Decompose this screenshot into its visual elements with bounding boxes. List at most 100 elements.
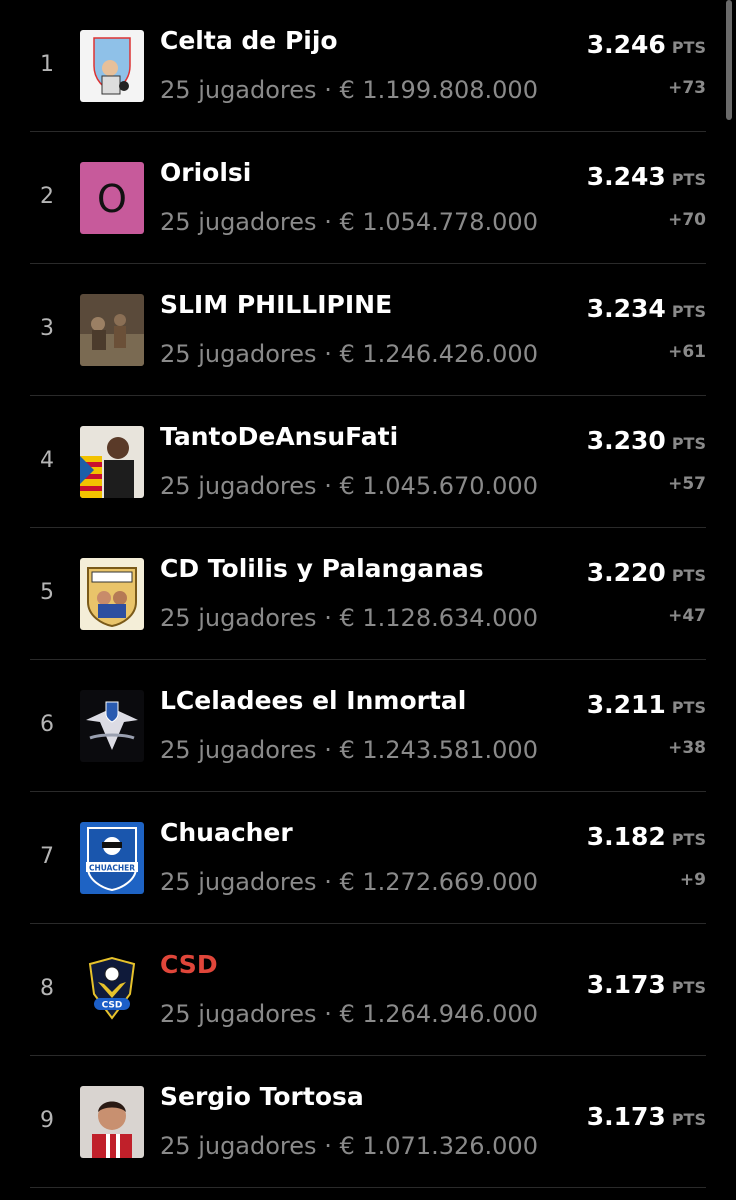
player-count: 25 [160, 1000, 191, 1028]
player-count: 25 [160, 604, 191, 632]
points-value: 3.211 [586, 690, 666, 719]
player-count: 25 [160, 1132, 191, 1160]
ranking-row[interactable]: 3 SLIM PHILLIPINE 25 jugadores · € 1.246.4… [0, 264, 736, 396]
currency-symbol: € [339, 736, 355, 764]
photo-avatar [80, 1086, 144, 1158]
player-count: 25 [160, 472, 191, 500]
team-points: 3.243 PTS [587, 162, 706, 191]
player-count: 25 [160, 736, 191, 764]
team-points: 3.182 PTS [587, 822, 706, 851]
photo-avatar [80, 426, 144, 498]
currency-symbol: € [339, 868, 355, 896]
team-value: 1.054.778.000 [362, 208, 538, 236]
svg-text:CSD: CSD [102, 1001, 123, 1011]
team-name[interactable]: TantoDeAnsuFati [160, 422, 398, 451]
points-unit: PTS [671, 978, 706, 997]
team-summary: 25 jugadores · € 1.199.808.000 [160, 76, 538, 104]
points-unit: PTS [671, 1110, 706, 1129]
rank-number: 9 [40, 1108, 54, 1133]
team-points: 3.211 PTS [587, 690, 706, 719]
points-delta: +70 [668, 210, 706, 230]
points-unit: PTS [671, 38, 706, 57]
team-points: 3.173 PTS [587, 970, 706, 999]
team-summary: 25 jugadores · € 1.264.946.000 [160, 1000, 538, 1028]
team-name[interactable]: CSD [160, 950, 218, 979]
team-points: 3.246 PTS [587, 30, 706, 59]
team-value: 1.199.808.000 [362, 76, 538, 104]
players-suffix: jugadores [198, 736, 317, 764]
meta-separator: · [324, 1000, 332, 1028]
rank-number: 4 [40, 448, 54, 473]
rank-number: 7 [40, 844, 54, 869]
players-suffix: jugadores [198, 472, 317, 500]
team-value: 1.246.426.000 [362, 340, 538, 368]
team-value: 1.045.670.000 [362, 472, 538, 500]
ranking-row[interactable]: 6 LCeladees el Inmortal 25 jugadores · € 1… [0, 660, 736, 792]
team-summary: 25 jugadores · € 1.128.634.000 [160, 604, 538, 632]
svg-text:O: O [97, 177, 127, 221]
points-unit: PTS [671, 698, 706, 717]
team-name[interactable]: LCeladees el Inmortal [160, 686, 466, 715]
meta-separator: · [324, 472, 332, 500]
team-name[interactable]: Sergio Tortosa [160, 1082, 364, 1111]
meta-separator: · [324, 208, 332, 236]
ranking-row[interactable]: 4 TantoDeAnsuFati 25 jugadores · € 1.045.6… [0, 396, 736, 528]
eagle-crest-icon [80, 690, 144, 762]
team-name[interactable]: Chuacher [160, 818, 293, 847]
ranking-row[interactable]: 7 CHUACHER Chuacher 25 jugadores · € 1.272.… [0, 792, 736, 924]
team-name[interactable]: SLIM PHILLIPINE [160, 290, 392, 319]
team-value: 1.243.581.000 [362, 736, 538, 764]
player-count: 25 [160, 76, 191, 104]
players-suffix: jugadores [198, 208, 317, 236]
points-delta: +47 [668, 606, 706, 626]
club-crest-icon [80, 558, 144, 630]
scrollbar[interactable] [726, 0, 732, 120]
celta-crest-icon [80, 30, 144, 102]
players-suffix: jugadores [198, 868, 317, 896]
ranking-row[interactable]: 5 CD Tolilis y Palanganas 25 jugadores · €… [0, 528, 736, 660]
points-value: 3.234 [586, 294, 666, 323]
ranking-row[interactable]: 8 CSD CSD 25 jugadores · € 1.264.946.000 3.1… [0, 924, 736, 1056]
meta-separator: · [324, 1132, 332, 1160]
team-name[interactable]: Celta de Pijo [160, 26, 338, 55]
currency-symbol: € [339, 604, 355, 632]
shield-crest-icon: CHUACHER [80, 822, 144, 894]
player-count: 25 [160, 208, 191, 236]
team-name[interactable]: CD Tolilis y Palanganas [160, 554, 484, 583]
row-divider [30, 1187, 706, 1188]
team-name[interactable]: Oriolsi [160, 158, 251, 187]
meta-separator: · [324, 736, 332, 764]
team-summary: 25 jugadores · € 1.272.669.000 [160, 868, 538, 896]
meta-separator: · [324, 604, 332, 632]
points-value: 3.243 [586, 162, 666, 191]
players-suffix: jugadores [198, 340, 317, 368]
ranking-row[interactable]: 1 Celta de Pijo 25 jugadores · € 1.199.808… [0, 0, 736, 132]
points-value: 3.246 [586, 30, 666, 59]
points-delta: +73 [668, 78, 706, 98]
team-summary: 25 jugadores · € 1.243.581.000 [160, 736, 538, 764]
svg-text:CHUACHER: CHUACHER [89, 864, 135, 873]
players-suffix: jugadores [198, 1000, 317, 1028]
points-value: 3.182 [586, 822, 666, 851]
points-unit: PTS [671, 434, 706, 453]
team-summary: 25 jugadores · € 1.054.778.000 [160, 208, 538, 236]
points-value: 3.230 [586, 426, 666, 455]
currency-symbol: € [339, 76, 355, 104]
ranking-row[interactable]: 9 Sergio Tortosa 25 jugadores · € 1.071.32… [0, 1056, 736, 1188]
currency-symbol: € [339, 1132, 355, 1160]
points-delta: +61 [668, 342, 706, 362]
ranking-row[interactable]: 2 O Oriolsi 25 jugadores · € 1.054.778.000 3… [0, 132, 736, 264]
dragon-crest-icon: CSD [80, 954, 144, 1026]
points-unit: PTS [671, 302, 706, 321]
players-suffix: jugadores [198, 1132, 317, 1160]
team-summary: 25 jugadores · € 1.071.326.000 [160, 1132, 538, 1160]
photo-avatar [80, 294, 144, 366]
currency-symbol: € [339, 208, 355, 236]
team-points: 3.234 PTS [587, 294, 706, 323]
team-summary: 25 jugadores · € 1.045.670.000 [160, 472, 538, 500]
players-suffix: jugadores [198, 604, 317, 632]
points-delta: +57 [668, 474, 706, 494]
rank-number: 2 [40, 184, 54, 209]
team-points: 3.173 PTS [587, 1102, 706, 1131]
meta-separator: · [324, 340, 332, 368]
